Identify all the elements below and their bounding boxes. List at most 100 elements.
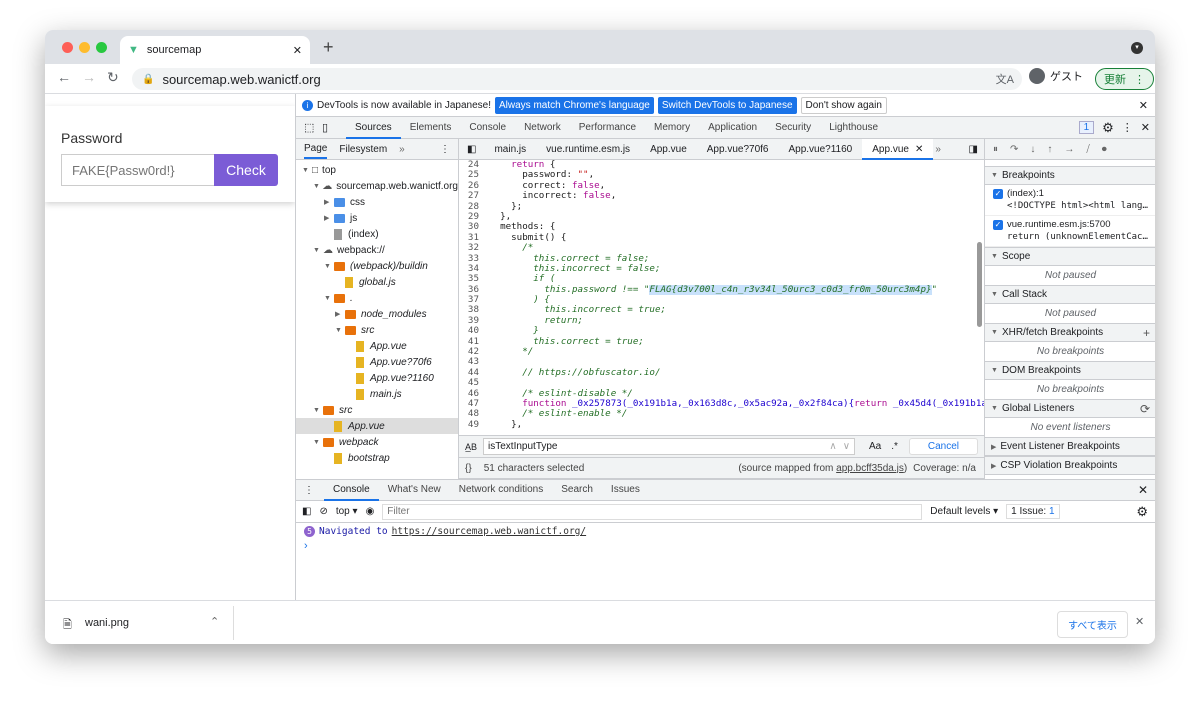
editor-tab[interactable]: App.vue?1160 <box>778 139 862 160</box>
source-map-link[interactable]: app.bcff35da.js <box>836 463 904 474</box>
tree-arrow-icon[interactable]: ▶ <box>324 214 334 222</box>
add-icon[interactable]: + <box>1143 326 1150 340</box>
log-levels-dropdown[interactable]: Default levels ▾ <box>930 506 998 517</box>
editor-tab[interactable]: main.js <box>484 139 536 160</box>
update-button[interactable]: 更新 ⋮ <box>1095 68 1154 90</box>
tree-item[interactable]: main.js <box>296 386 458 402</box>
url-field[interactable]: 🔒 sourcemap.web.wanictf.org 文A <box>132 68 1022 90</box>
context-selector[interactable]: top ▾ <box>336 506 358 517</box>
browser-tab[interactable]: ▼ sourcemap ✕ <box>120 36 310 64</box>
drawer-tab[interactable]: Console <box>324 479 379 501</box>
breakpoint-item[interactable]: ✓ (index):1 <!DOCTYPE html><html lang… <box>985 185 1155 216</box>
tree-item[interactable]: ▶ node_modules <box>296 306 458 322</box>
section-xhr-fetch-breakpoints[interactable]: ▼ XHR/fetch Breakpoints + <box>985 323 1155 342</box>
close-tab-icon[interactable]: ✕ <box>915 144 923 155</box>
step-icon[interactable]: → <box>1064 144 1074 155</box>
tree-item[interactable]: global.js <box>296 274 458 290</box>
tree-item[interactable]: bootstrap <box>296 450 458 466</box>
tab-security[interactable]: Security <box>766 117 820 139</box>
clear-console-icon[interactable]: ⊘ <box>319 506 327 517</box>
password-input[interactable] <box>61 154 215 186</box>
tree-item[interactable]: ▶ css <box>296 194 458 210</box>
tab-sources[interactable]: Sources <box>346 117 401 139</box>
close-devtools-icon[interactable]: ✕ <box>1141 121 1150 134</box>
tree-arrow-icon[interactable]: ▼ <box>324 263 334 270</box>
tree-item[interactable]: (index) <box>296 226 458 242</box>
section-breakpoints[interactable]: ▼ Breakpoints <box>985 166 1155 185</box>
download-filename[interactable]: wani.png <box>85 617 129 629</box>
replace-toggle-icon[interactable]: A̲B <box>465 442 477 452</box>
tree-item[interactable]: App.vue <box>296 418 458 434</box>
tree-item[interactable]: ▼ src <box>296 322 458 338</box>
tab-page[interactable]: Page <box>304 139 328 159</box>
search-input[interactable]: isTextInputType ∧ ∨ <box>483 438 856 455</box>
deactivate-breakpoints-icon[interactable]: ⧸ <box>1086 144 1089 155</box>
section-csp-violation-breakpoints[interactable]: ▶ CSP Violation Breakpoints <box>985 456 1155 475</box>
regex-button[interactable]: .* <box>891 441 898 452</box>
close-download-bar-icon[interactable]: ✕ <box>1135 615 1144 628</box>
dont-show-again-button[interactable]: Don't show again <box>800 96 887 114</box>
match-case-button[interactable]: Aa <box>869 441 881 452</box>
editor-tab[interactable]: vue.runtime.esm.js <box>536 139 640 160</box>
line-number[interactable]: 49 <box>459 419 489 430</box>
forward-icon[interactable]: → <box>82 69 96 85</box>
tab-filesystem[interactable]: Filesystem <box>339 144 387 155</box>
editor-tab[interactable]: App.vue <box>640 139 697 160</box>
sidebar-toggle-icon[interactable]: ◧ <box>302 506 311 517</box>
tree-item[interactable]: ▼. <box>296 290 458 306</box>
tree-arrow-icon[interactable]: ▶ <box>335 310 345 318</box>
section-event-listener-breakpoints[interactable]: ▶ Event Listener Breakpoints <box>985 437 1155 456</box>
reload-icon[interactable]: ↻ <box>107 69 119 86</box>
issues-badge[interactable]: 1 <box>1078 121 1095 134</box>
tree-item[interactable]: App.vue?1160 <box>296 370 458 386</box>
switch-japanese-button[interactable]: Switch DevTools to Japanese <box>657 96 797 114</box>
toggle-debugger-icon[interactable]: ◨ <box>969 144 978 155</box>
profile-button[interactable]: ゲスト <box>1029 68 1083 84</box>
refresh-icon[interactable]: ⟳ <box>1140 402 1150 416</box>
drawer-tab[interactable]: Issues <box>602 479 649 501</box>
tree-arrow-icon[interactable]: ▼ <box>313 439 323 446</box>
translate-icon[interactable]: 文A <box>996 71 1014 87</box>
tree-item[interactable]: ▼ ☁ sourcemap.web.wanictf.org <box>296 178 458 194</box>
message-link[interactable]: https://sourcemap.web.wanictf.org/ <box>392 526 586 537</box>
console-prompt[interactable]: › <box>304 540 308 552</box>
tree-arrow-icon[interactable]: ▼ <box>313 183 322 190</box>
show-all-button[interactable]: すべて表示 <box>1057 611 1128 638</box>
console-settings-icon[interactable]: ⚙ <box>1136 504 1148 520</box>
toggle-navigator-icon[interactable]: ◧ <box>467 144 476 155</box>
close-infobar-icon[interactable]: ✕ <box>1139 99 1148 112</box>
editor-tab[interactable]: App.vue ✕ <box>862 138 934 160</box>
new-tab-button[interactable]: + <box>323 37 334 58</box>
breakpoint-checkbox[interactable]: ✓ <box>993 219 1003 230</box>
tree-item[interactable]: ▶ js <box>296 210 458 226</box>
drawer-tab[interactable]: What's New <box>379 479 450 501</box>
more-tabs-icon[interactable]: » <box>399 144 405 155</box>
tab-elements[interactable]: Elements <box>401 117 461 139</box>
tab-lighthouse[interactable]: Lighthouse <box>820 117 887 139</box>
section-dom-breakpoints[interactable]: ▼ DOM Breakpoints <box>985 361 1155 380</box>
maximize-window-button[interactable] <box>96 42 107 53</box>
tab-console[interactable]: Console <box>460 117 515 139</box>
tab-memory[interactable]: Memory <box>645 117 699 139</box>
live-expression-eye-icon[interactable]: ◉ <box>366 506 375 517</box>
pretty-print-icon[interactable]: {} <box>465 463 472 474</box>
close-window-button[interactable] <box>62 42 73 53</box>
tab-application[interactable]: Application <box>699 117 766 139</box>
step-out-icon[interactable]: ↑ <box>1047 144 1052 155</box>
section-global-listeners[interactable]: ▼ Global Listeners ⟳ <box>985 399 1155 418</box>
settings-gear-icon[interactable]: ⚙ <box>1102 120 1114 136</box>
drawer-tab[interactable]: Search <box>552 479 602 501</box>
editor-scrollbar[interactable] <box>977 242 982 327</box>
check-button[interactable]: Check <box>214 154 278 186</box>
tree-arrow-icon[interactable]: ▼ <box>335 327 345 334</box>
close-drawer-icon[interactable]: ✕ <box>1138 483 1148 497</box>
line-number[interactable]: 32 <box>459 242 489 253</box>
next-match-icon[interactable]: ∨ <box>843 441 850 452</box>
back-icon[interactable]: ← <box>57 69 71 85</box>
tree-item[interactable]: ▼ ☁ webpack:// <box>296 242 458 258</box>
tree-item[interactable]: ▼ src <box>296 402 458 418</box>
editor-tab[interactable]: App.vue?70f6 <box>697 139 779 160</box>
close-tab-icon[interactable]: ✕ <box>293 44 302 57</box>
pause-icon[interactable]: ⏸ <box>993 144 998 155</box>
more-editor-tabs-icon[interactable]: » <box>935 144 941 155</box>
